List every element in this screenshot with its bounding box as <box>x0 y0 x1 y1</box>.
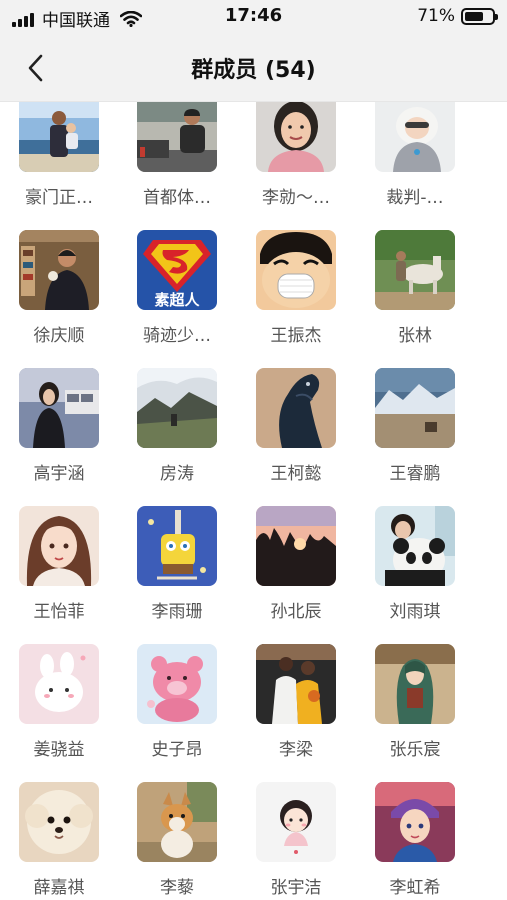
member-avatar[interactable] <box>375 102 455 172</box>
member-item[interactable]: 裁判-… <box>356 102 474 222</box>
member-name: 李藜 <box>160 878 194 898</box>
member-item[interactable]: 房涛 <box>118 368 236 498</box>
member-item[interactable]: 张宇洁 <box>237 782 355 900</box>
member-avatar[interactable] <box>375 644 455 724</box>
member-name: 王振杰 <box>270 326 322 346</box>
member-item[interactable]: 李虹希 <box>356 782 474 900</box>
member-name: 张乐宸 <box>389 740 441 760</box>
member-name: 王睿鹏 <box>389 464 441 484</box>
member-name: 李雨珊 <box>151 602 203 622</box>
member-avatar[interactable] <box>256 230 336 310</box>
member-name: 李梁 <box>279 740 313 760</box>
member-avatar[interactable] <box>137 782 217 862</box>
page-title: 群成员 (54) <box>191 58 316 83</box>
member-item[interactable]: 薛嘉祺 <box>0 782 118 900</box>
nav-bar: 群成员 (54) <box>0 34 507 102</box>
member-avatar[interactable] <box>256 506 336 586</box>
member-avatar[interactable] <box>137 506 217 586</box>
member-item[interactable]: 刘雨琪 <box>356 506 474 636</box>
status-bar: 中国联通 17:46 71% <box>0 0 507 34</box>
member-name: 李虹希 <box>389 878 441 898</box>
member-name: 姜骁益 <box>33 740 85 760</box>
member-avatar[interactable] <box>19 102 99 172</box>
member-avatar[interactable] <box>19 782 99 862</box>
member-item[interactable]: 王柯懿 <box>237 368 355 498</box>
member-item[interactable]: 李藜 <box>118 782 236 900</box>
member-item[interactable]: 李雨珊 <box>118 506 236 636</box>
member-grid: 豪门正… 首都体… 李勍～… 裁判-… 徐庆顺 素超人 骑迹少… 王振杰 张林 高宇涵 房涛 王柯懿王… <box>0 102 507 900</box>
member-name: 李勍～… <box>262 188 330 208</box>
member-item[interactable]: 李梁 <box>237 644 355 774</box>
member-avatar[interactable] <box>375 506 455 586</box>
member-avatar[interactable] <box>137 102 217 172</box>
member-avatar[interactable] <box>19 230 99 310</box>
member-avatar[interactable] <box>19 644 99 724</box>
member-item[interactable]: 李勍～… <box>237 102 355 222</box>
member-avatar[interactable] <box>375 230 455 310</box>
member-avatar[interactable] <box>256 368 336 448</box>
svg-text:素超人: 素超人 <box>154 291 200 309</box>
member-avatar[interactable] <box>19 368 99 448</box>
member-avatar[interactable] <box>19 506 99 586</box>
member-item[interactable]: 王振杰 <box>237 230 355 360</box>
member-item[interactable]: 史子昂 <box>118 644 236 774</box>
member-item[interactable]: 素超人骑迹少… <box>118 230 236 360</box>
member-name: 王怡菲 <box>33 602 85 622</box>
member-item[interactable]: 高宇涵 <box>0 368 118 498</box>
member-item[interactable]: 张乐宸 <box>356 644 474 774</box>
member-name: 高宇涵 <box>33 464 85 484</box>
battery-percent: 71% <box>417 6 455 26</box>
member-name: 张宇洁 <box>270 878 322 898</box>
member-item[interactable]: 王怡菲 <box>0 506 118 636</box>
member-avatar[interactable]: 素超人 <box>137 230 217 310</box>
member-name: 薛嘉祺 <box>33 878 85 898</box>
member-avatar[interactable] <box>256 644 336 724</box>
member-name: 王柯懿 <box>270 464 322 484</box>
member-name: 孙北辰 <box>270 602 322 622</box>
member-avatar[interactable] <box>375 368 455 448</box>
member-name: 首都体… <box>143 188 211 208</box>
member-name: 房涛 <box>160 464 194 484</box>
member-name: 裁判-… <box>386 188 444 208</box>
member-item[interactable]: 豪门正… <box>0 102 118 222</box>
member-item[interactable]: 王睿鹏 <box>356 368 474 498</box>
member-item[interactable]: 孙北辰 <box>237 506 355 636</box>
member-item[interactable]: 姜骁益 <box>0 644 118 774</box>
member-name: 刘雨琪 <box>389 602 441 622</box>
member-avatar[interactable] <box>375 782 455 862</box>
member-avatar[interactable] <box>256 782 336 862</box>
battery-icon <box>461 7 498 25</box>
member-item[interactable]: 徐庆顺 <box>0 230 118 360</box>
member-item[interactable]: 首都体… <box>118 102 236 222</box>
member-name: 豪门正… <box>25 188 93 208</box>
member-name: 骑迹少… <box>143 326 211 346</box>
member-avatar[interactable] <box>256 102 336 172</box>
member-name: 史子昂 <box>151 740 203 760</box>
member-avatar[interactable] <box>137 368 217 448</box>
member-avatar[interactable] <box>137 644 217 724</box>
member-name: 徐庆顺 <box>33 326 85 346</box>
member-item[interactable]: 张林 <box>356 230 474 360</box>
member-name: 张林 <box>398 326 432 346</box>
